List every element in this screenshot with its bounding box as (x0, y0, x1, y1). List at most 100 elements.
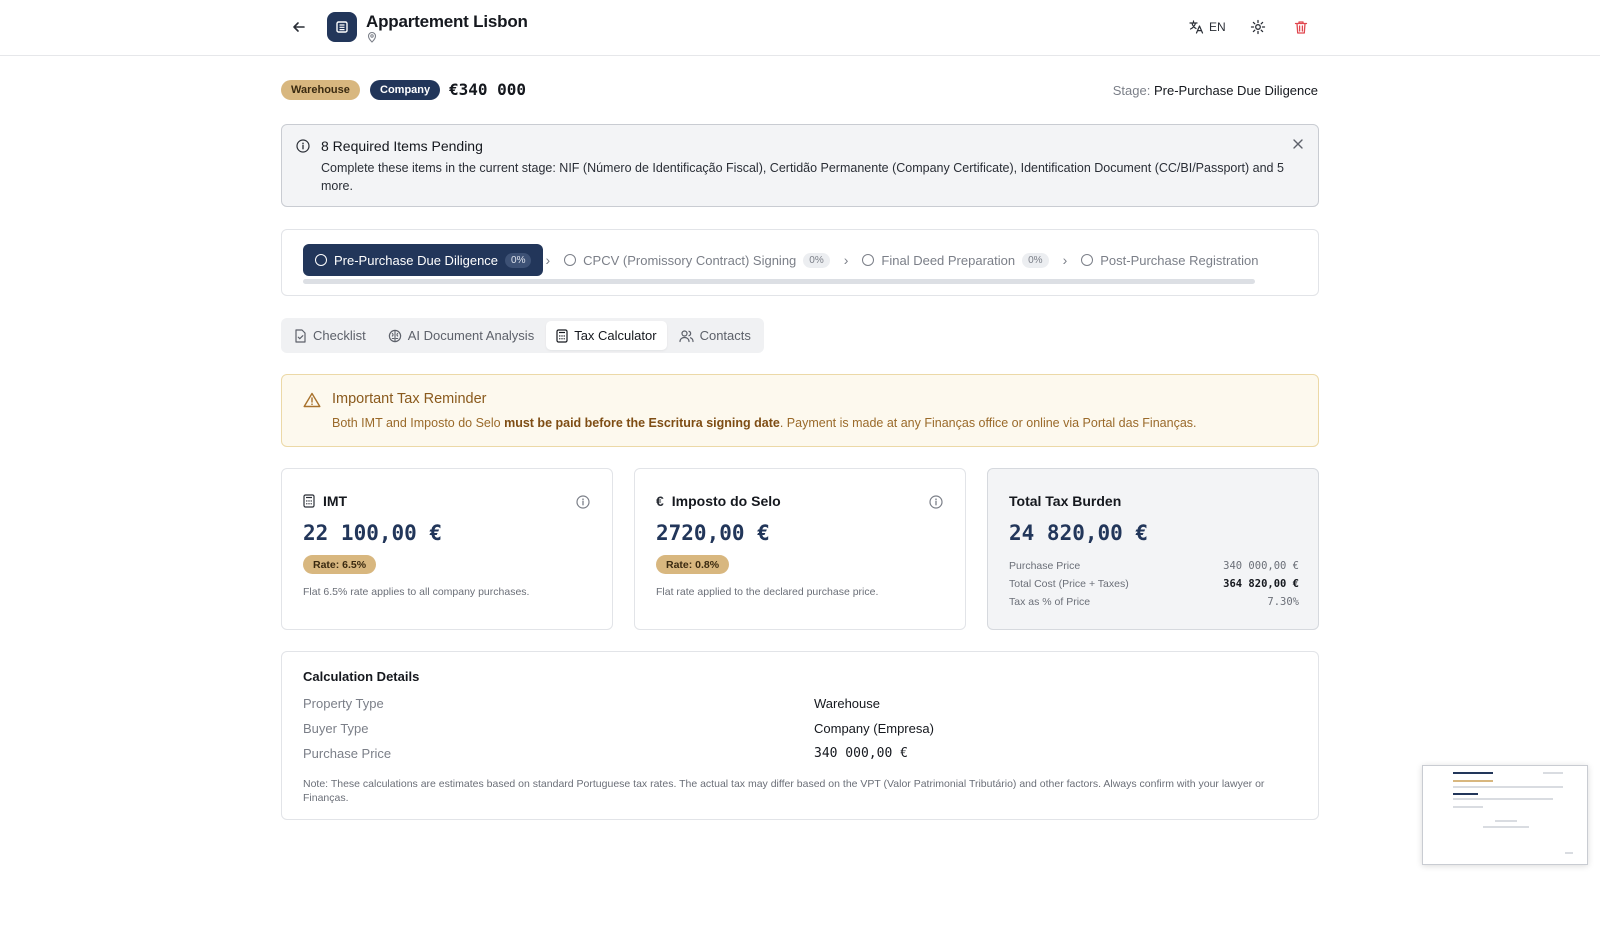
minimap-line (1565, 852, 1573, 854)
euro-icon: € (656, 493, 664, 509)
step-label: Final Deed Preparation (881, 252, 1016, 268)
info-icon[interactable] (575, 494, 591, 510)
detail-row: Buyer Type Company (Empresa) (303, 721, 1299, 741)
stage-stepper: Pre-Purchase Due Diligence 0% › CPCV (Pr… (281, 229, 1319, 296)
breakdown-row: Total Cost (Price + Taxes) 364 820,00 € (1009, 575, 1299, 593)
detail-value: Company (Empresa) (814, 721, 934, 736)
minimap-line (1483, 826, 1529, 828)
reminder-body: Both IMT and Imposto do Selo must be pai… (332, 416, 1197, 430)
arrow-left-icon (293, 22, 305, 32)
calculator-icon (556, 328, 568, 343)
info-icon[interactable] (928, 494, 944, 510)
tab-tax-calculator[interactable]: Tax Calculator (546, 321, 667, 350)
calculation-details: Calculation Details Property Type Wareho… (281, 651, 1319, 820)
stage-value: Pre-Purchase Due Diligence (1153, 83, 1318, 98)
step-pre-purchase[interactable]: Pre-Purchase Due Diligence 0% (303, 244, 544, 276)
chevron-right-icon: › (1062, 252, 1068, 268)
page-minimap[interactable] (1422, 765, 1588, 865)
language-button[interactable]: EN (1188, 17, 1226, 37)
breakdown-label: Total Cost (Price + Taxes) (1009, 578, 1129, 590)
card-header: IMT (303, 493, 347, 509)
total-breakdown: Purchase Price 340 000,00 € Total Cost (… (1009, 557, 1299, 611)
imt-card: IMT 22 100,00 € Rate: 6.5% Flat 6.5% rat… (281, 468, 613, 630)
tax-reminder: Important Tax Reminder Both IMT and Impo… (281, 374, 1319, 447)
top-bar: Appartement Lisbon EN (0, 0, 1600, 56)
brain-icon (388, 329, 401, 342)
reminder-title: Important Tax Reminder (332, 391, 487, 407)
card-title: IMT (323, 493, 348, 509)
building-icon (336, 21, 348, 33)
breakdown-label: Purchase Price (1009, 560, 1081, 572)
minimap-line (1453, 798, 1553, 800)
detail-label: Property Type (303, 696, 384, 711)
detail-value: 340 000,00 € (814, 746, 908, 761)
details-title: Calculation Details (303, 669, 420, 684)
back-button[interactable] (288, 16, 310, 38)
stage-steps: Pre-Purchase Due Diligence 0% › CPCV (Pr… (303, 244, 1299, 276)
detail-label: Purchase Price (303, 746, 392, 761)
trash-icon (1294, 20, 1308, 34)
minimap-line (1453, 793, 1478, 795)
step-status-circle-icon (564, 254, 577, 266)
alert-title: 8 Required Items Pending (321, 138, 483, 154)
card-title: Imposto do Selo (671, 493, 781, 509)
map-pin-icon (367, 31, 377, 43)
breakdown-value: 340 000,00 € (1223, 560, 1299, 572)
breakdown-label: Tax as % of Price (1009, 596, 1091, 608)
step-post-purchase[interactable]: Post-Purchase Registration (1069, 244, 1270, 276)
minimap-line (1453, 772, 1493, 774)
detail-row: Purchase Price 340 000,00 € (303, 746, 1299, 766)
minimap-line (1453, 806, 1483, 808)
breakdown-row: Purchase Price 340 000,00 € (1009, 557, 1299, 575)
step-label: CPCV (Promissory Contract) Signing (583, 252, 797, 268)
reminder-text-bold: must be paid before the Escritura signin… (504, 416, 780, 430)
tab-label: Contacts (699, 328, 751, 343)
imt-amount: 22 100,00 € (303, 521, 443, 545)
tab-contacts[interactable]: Contacts (669, 321, 761, 350)
detail-row: Property Type Warehouse (303, 696, 1299, 716)
tab-label: Tax Calculator (574, 328, 657, 343)
card-header: € Imposto do Selo (656, 493, 781, 509)
step-status-circle-icon (1081, 254, 1094, 266)
selo-rate-badge: Rate: 0.8% (656, 555, 730, 574)
step-label: Pre-Purchase Due Diligence (334, 252, 499, 268)
minimap-line (1495, 820, 1517, 822)
card-title: Total Tax Burden (1009, 493, 1122, 509)
minimap-line (1453, 786, 1563, 788)
file-check-icon (295, 328, 306, 343)
tab-bar: Checklist AI Document Analysis Tax Calcu… (281, 318, 764, 353)
step-final-deed[interactable]: Final Deed Preparation 0% (850, 244, 1060, 276)
settings-button[interactable] (1248, 17, 1268, 37)
buyer-type-badge: Company (370, 80, 441, 100)
breakdown-value: 364 820,00 € (1223, 578, 1299, 590)
step-cpcv[interactable]: CPCV (Promissory Contract) Signing 0% (552, 244, 842, 276)
delete-button[interactable] (1291, 17, 1311, 37)
gear-icon (1250, 19, 1266, 35)
tab-checklist[interactable]: Checklist (284, 321, 376, 350)
property-type-badge: Warehouse (281, 80, 360, 100)
imt-note: Flat 6.5% rate applies to all company pu… (303, 586, 530, 598)
step-label: Post-Purchase Registration (1100, 252, 1259, 268)
breakdown-value: 7.30% (1267, 596, 1299, 608)
language-label: EN (1209, 20, 1226, 34)
required-items-alert: 8 Required Items Pending Complete these … (281, 124, 1319, 207)
step-status-circle-icon (862, 254, 875, 266)
detail-label: Buyer Type (303, 721, 369, 736)
purchase-price: €340 000 (449, 80, 527, 99)
property-logo (327, 12, 357, 42)
current-stage: Stage: Pre-Purchase Due Diligence (1113, 83, 1318, 98)
step-progress: 0% (803, 252, 830, 268)
page-title: Appartement Lisbon (366, 12, 528, 31)
details-disclaimer: Note: These calculations are estimates b… (303, 778, 1265, 804)
tab-ai-document-analysis[interactable]: AI Document Analysis (378, 321, 544, 350)
breakdown-row: Tax as % of Price 7.30% (1009, 593, 1299, 611)
stage-label: Stage: (1112, 83, 1151, 98)
warning-triangle-icon (303, 392, 321, 408)
alert-close-button[interactable] (1290, 136, 1306, 152)
minimap-line (1543, 772, 1563, 774)
step-progress: 0% (1022, 252, 1049, 268)
imt-rate-badge: Rate: 6.5% (303, 555, 377, 574)
info-icon (296, 139, 310, 153)
calculator-icon (303, 494, 315, 508)
stepper-scrollbar[interactable] (303, 279, 1255, 284)
